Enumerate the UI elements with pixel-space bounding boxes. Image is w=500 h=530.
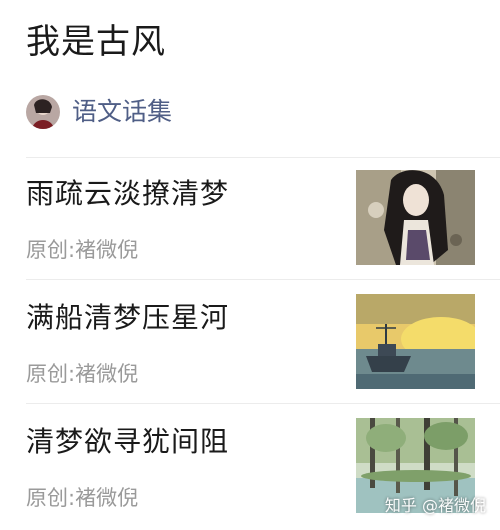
- article-author: 原创:褚微倪: [26, 238, 139, 262]
- divider: [26, 279, 500, 280]
- article-title: 满船清梦压星河: [26, 301, 230, 334]
- page-title: 我是古风: [26, 22, 166, 62]
- page: 我是古风 语文话集 雨疏云淡撩清梦 原创:褚微倪 满船清梦压星河 原创:褚微倪 …: [0, 0, 500, 530]
- article-title: 清梦欲寻犹间阻: [26, 425, 230, 458]
- article-thumbnail: [356, 170, 475, 265]
- article-title: 雨疏云淡撩清梦: [26, 177, 230, 210]
- collection-avatar-icon: [26, 95, 60, 129]
- article-author: 原创:褚微倪: [26, 362, 139, 386]
- divider: [26, 403, 500, 404]
- collection-label: 语文话集: [72, 97, 173, 126]
- collection-link[interactable]: 语文话集: [26, 92, 172, 132]
- watermark: 知乎 @褚微倪: [384, 496, 486, 515]
- article-author: 原创:褚微倪: [26, 486, 139, 510]
- article-item[interactable]: 雨疏云淡撩清梦 原创:褚微倪: [0, 158, 500, 278]
- article-thumbnail: [356, 294, 475, 389]
- article-item[interactable]: 满船清梦压星河 原创:褚微倪: [0, 282, 500, 402]
